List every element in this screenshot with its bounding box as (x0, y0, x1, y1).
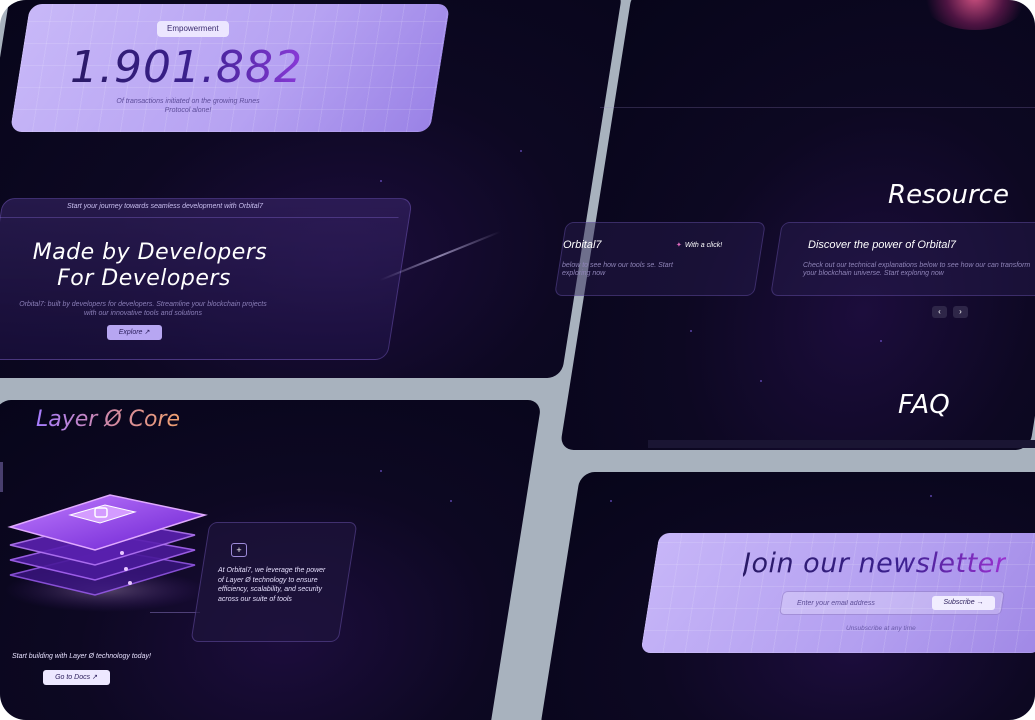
star-decoration (760, 380, 762, 382)
prev-arrow-button[interactable]: ‹ (932, 306, 947, 318)
star-decoration (690, 330, 692, 332)
resource-card-title: Discover the power of Orbital7 (808, 239, 956, 251)
click-badge: ✦ With a click! (676, 241, 722, 249)
stat-caption: Of transactions initiated on the growing… (116, 98, 260, 114)
star-decoration (450, 500, 452, 502)
layer-info-text: At Orbital7, we leverage the power of La… (218, 567, 326, 603)
faq-title: FAQ (898, 390, 950, 420)
star-decoration (520, 150, 522, 152)
layer-stack-illustration (5, 494, 208, 612)
faq-section-edge (648, 440, 1035, 448)
star-decoration (380, 180, 382, 182)
plus-icon[interactable]: + (231, 543, 247, 557)
click-badge-label: With a click! (684, 242, 723, 249)
star-decoration (880, 340, 882, 342)
hero-title-line2: For Developers (57, 266, 231, 291)
resource-card-title: Orbital7 (563, 239, 602, 251)
hero-title-line1: Made by Developers (32, 240, 268, 265)
go-to-docs-button[interactable]: Go to Docs ↗ (43, 670, 110, 685)
newsletter-title: Join our newsletter (743, 548, 1007, 579)
hero-subtitle: Orbital7: built by developers for develo… (19, 301, 267, 317)
section-divider (600, 107, 1035, 108)
resource-card[interactable] (554, 222, 766, 296)
layer-core-title: Layer Ø Core (36, 407, 181, 432)
sparkle-icon: ✦ (676, 242, 682, 249)
screenshot-frame: Empowerment 1.901.882 Of transactions in… (0, 0, 1035, 720)
resource-card-text: Check out our technical explanations bel… (803, 262, 1031, 277)
star-decoration (610, 500, 612, 502)
email-field[interactable] (797, 598, 917, 608)
explore-button[interactable]: Explore ↗ (107, 325, 162, 340)
layer-caption: Start building with Layer Ø technology t… (12, 653, 151, 660)
resources-title: Resource (888, 180, 1009, 210)
connector-line (0, 462, 3, 492)
star-decoration (380, 470, 382, 472)
unsubscribe-note: Unsubscribe at any time (846, 625, 916, 632)
next-arrow-button[interactable]: › (953, 306, 968, 318)
subscribe-button[interactable]: Subscribe → (932, 596, 995, 610)
resource-card[interactable] (770, 222, 1035, 296)
transaction-count: 1.901.882 (70, 42, 303, 93)
star-decoration (930, 495, 932, 497)
hero-kicker: Start your journey towards seamless deve… (66, 203, 264, 210)
stat-badge: Empowerment (157, 21, 229, 37)
connector-line (150, 612, 200, 613)
resource-card-text: below to see how our tools se. Start exp… (562, 262, 673, 277)
